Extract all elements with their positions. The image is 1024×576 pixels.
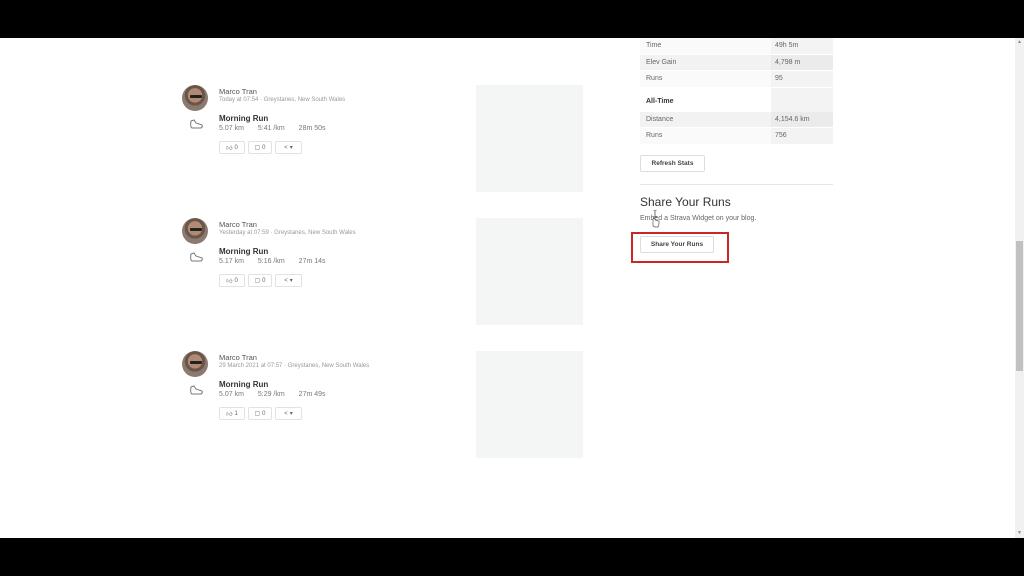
athlete-avatar[interactable] bbox=[182, 85, 208, 111]
share-dropdown-button[interactable]: < ▾ bbox=[275, 274, 302, 287]
kudos-count: 1 bbox=[234, 410, 238, 417]
share-your-runs-heading: Share Your Runs bbox=[640, 195, 731, 209]
activity-time: 27m 49s bbox=[298, 391, 326, 398]
all-time-heading: All-Time bbox=[640, 87, 771, 112]
thumbs-up-icon: 👍︎ bbox=[226, 411, 233, 418]
video-letterbox-bottom bbox=[0, 538, 1024, 576]
share-icon: < bbox=[284, 277, 288, 284]
scroll-down-arrow-icon[interactable]: ▼ bbox=[1017, 531, 1022, 536]
annotation-highlight-box bbox=[631, 232, 729, 263]
scroll-up-arrow-icon[interactable]: ▲ bbox=[1017, 40, 1022, 45]
athlete-avatar[interactable] bbox=[182, 351, 208, 377]
share-icon: < bbox=[284, 144, 288, 151]
activity-actions: 👍︎ 1 ▢ 0 < ▾ bbox=[219, 407, 302, 420]
activity-pace: 5:41 /km bbox=[257, 125, 285, 132]
caret-down-icon: ▾ bbox=[289, 278, 293, 284]
stat-row: Runs 95 bbox=[640, 71, 833, 88]
athlete-name[interactable]: Marco Tran bbox=[219, 87, 257, 96]
activity-stats: 5.07 km 5:41 /km 28m 50s bbox=[219, 125, 338, 132]
stat-row: Distance 4,154.6 km bbox=[640, 111, 833, 128]
stat-row: Time 49h 5m bbox=[640, 38, 833, 55]
athlete-avatar[interactable] bbox=[182, 218, 208, 244]
stat-row: Elev Gain 4,798 m bbox=[640, 54, 833, 71]
share-dropdown-button[interactable]: < ▾ bbox=[275, 407, 302, 420]
activity-distance: 5.17 km bbox=[219, 258, 244, 265]
activity-actions: 👍︎ 0 ▢ 0 < ▾ bbox=[219, 141, 302, 154]
share-icon: < bbox=[284, 410, 288, 417]
thumbs-up-icon: 👍︎ bbox=[226, 145, 233, 152]
comment-count: 0 bbox=[262, 144, 266, 151]
activity-pace: 5:16 /km bbox=[257, 258, 285, 265]
video-letterbox-top bbox=[0, 0, 1024, 38]
stat-label: Distance bbox=[640, 111, 771, 127]
activity-actions: 👍︎ 0 ▢ 0 < ▾ bbox=[219, 274, 302, 287]
scrollbar-thumb[interactable] bbox=[1016, 240, 1023, 371]
run-shoe-icon bbox=[190, 385, 203, 395]
section-divider bbox=[640, 184, 833, 185]
activity-meta: 29 March 2021 at 07:57 · Greystanes, New… bbox=[219, 363, 370, 369]
stat-label: Time bbox=[640, 38, 771, 54]
stat-value: 4,798 m bbox=[771, 54, 833, 70]
athlete-name[interactable]: Marco Tran bbox=[219, 353, 257, 362]
caret-down-icon: ▾ bbox=[289, 145, 293, 151]
athlete-name[interactable]: Marco Tran bbox=[219, 220, 257, 229]
stat-value: 4,154.6 km bbox=[771, 111, 833, 127]
refresh-stats-button[interactable]: Refresh Stats bbox=[640, 155, 705, 172]
stat-row: Runs 756 bbox=[640, 128, 833, 145]
activity-map-placeholder[interactable] bbox=[476, 85, 583, 192]
activity-pace: 5:29 /km bbox=[257, 391, 285, 398]
activity-map-placeholder[interactable] bbox=[476, 351, 583, 458]
stat-label: Elev Gain bbox=[640, 54, 771, 70]
activity-time: 27m 14s bbox=[298, 258, 326, 265]
stat-value: 95 bbox=[771, 71, 833, 87]
kudos-button[interactable]: 👍︎ 0 bbox=[219, 274, 245, 287]
stat-value: 756 bbox=[771, 128, 833, 144]
run-shoe-icon bbox=[190, 119, 203, 129]
browser-viewport: Marco Tran Today at 07:54 · Greystanes, … bbox=[0, 38, 1024, 538]
sidebar: Time 49h 5m Elev Gain 4,798 m Runs 95 Al… bbox=[631, 38, 833, 263]
comment-button[interactable]: ▢ 0 bbox=[248, 274, 272, 287]
kudos-count: 0 bbox=[234, 277, 238, 284]
activity-title[interactable]: Morning Run bbox=[219, 380, 268, 389]
all-time-heading-row: All-Time bbox=[640, 87, 833, 112]
vertical-scrollbar[interactable]: ▲ ▼ bbox=[1015, 38, 1024, 538]
thumbs-up-icon: 👍︎ bbox=[226, 278, 233, 285]
comment-count: 0 bbox=[262, 410, 266, 417]
share-dropdown-button[interactable]: < ▾ bbox=[275, 141, 302, 154]
caret-down-icon: ▾ bbox=[289, 411, 293, 417]
stat-label: Runs bbox=[640, 71, 771, 87]
comment-icon: ▢ bbox=[254, 411, 261, 417]
year-stats-table: Time 49h 5m Elev Gain 4,798 m Runs 95 Al… bbox=[640, 38, 833, 145]
kudos-count: 0 bbox=[234, 144, 238, 151]
kudos-button[interactable]: 👍︎ 0 bbox=[219, 141, 245, 154]
kudos-button[interactable]: 👍︎ 1 bbox=[219, 407, 245, 420]
stat-value: 49h 5m bbox=[771, 38, 833, 54]
activity-distance: 5.07 km bbox=[219, 125, 244, 132]
comment-icon: ▢ bbox=[254, 278, 261, 284]
activity-stats: 5.17 km 5:16 /km 27m 14s bbox=[219, 258, 338, 265]
stat-label: Runs bbox=[640, 128, 771, 144]
activity-entry: Marco Tran Today at 07:54 · Greystanes, … bbox=[182, 85, 602, 195]
activity-title[interactable]: Morning Run bbox=[219, 114, 268, 123]
run-shoe-icon bbox=[190, 252, 203, 262]
activity-map-placeholder[interactable] bbox=[476, 218, 583, 325]
mouse-cursor-icon bbox=[652, 210, 660, 228]
activity-stats: 5.07 km 5:29 /km 27m 49s bbox=[219, 391, 338, 398]
activity-distance: 5.07 km bbox=[219, 391, 244, 398]
activity-entry: Marco Tran 29 March 2021 at 07:57 · Grey… bbox=[182, 351, 602, 461]
comment-icon: ▢ bbox=[254, 145, 261, 151]
activity-entry: Marco Tran Yesterday at 07:59 · Greystan… bbox=[182, 218, 602, 328]
activity-meta: Today at 07:54 · Greystanes, New South W… bbox=[219, 97, 346, 103]
comment-button[interactable]: ▢ 0 bbox=[248, 407, 272, 420]
activity-title[interactable]: Morning Run bbox=[219, 247, 268, 256]
activity-meta: Yesterday at 07:59 · Greystanes, New Sou… bbox=[219, 230, 356, 236]
comment-button[interactable]: ▢ 0 bbox=[248, 141, 272, 154]
activity-time: 28m 50s bbox=[298, 125, 326, 132]
comment-count: 0 bbox=[262, 277, 266, 284]
